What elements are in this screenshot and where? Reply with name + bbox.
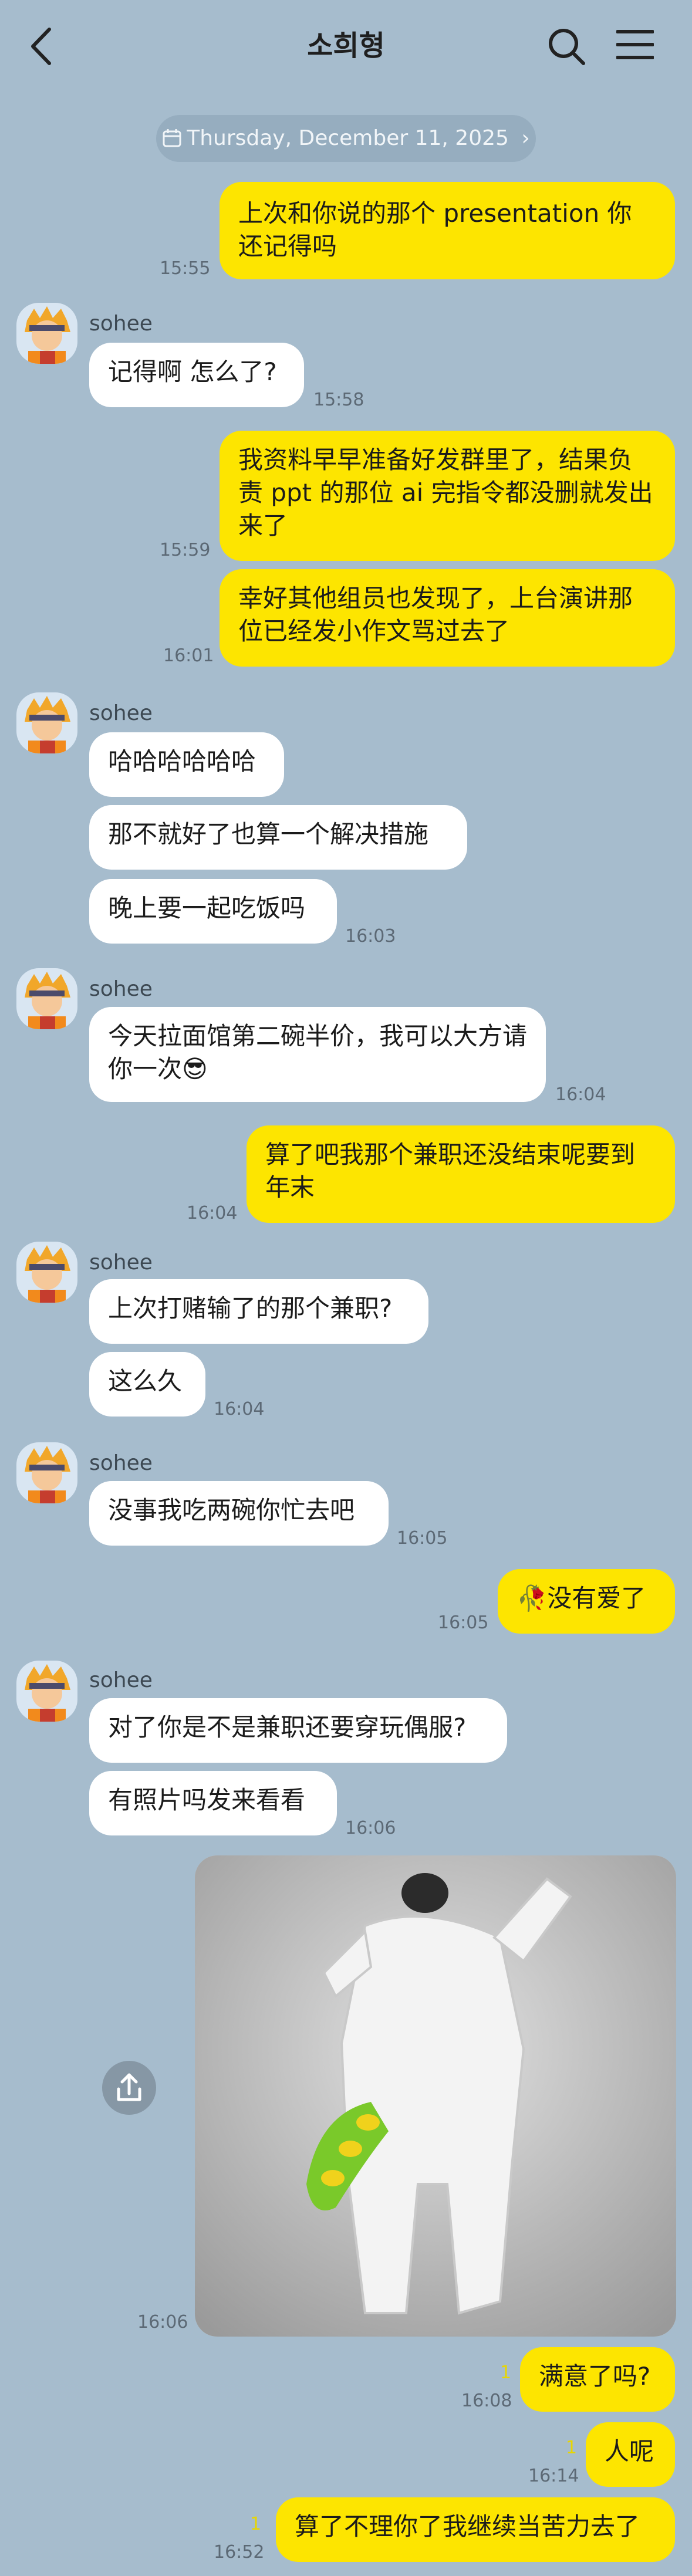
sender-name: sohee: [89, 312, 153, 336]
my-message-bubble[interactable]: 算了不理你了我继续当苦力去了: [276, 2497, 675, 2562]
avatar[interactable]: [16, 968, 77, 1029]
message-time: 15:59: [160, 540, 211, 560]
their-message-bubble[interactable]: 今天拉面馆第二碗半价，我可以大方请你一次😎: [89, 1007, 546, 1102]
unread-count: 1: [566, 2438, 578, 2458]
sender-name: sohee: [89, 977, 153, 1001]
message-time: 16:08: [461, 2391, 512, 2411]
their-message-bubble[interactable]: 那不就好了也算一个解决措施: [89, 805, 467, 870]
my-message-bubble[interactable]: 🥀没有爱了: [498, 1569, 675, 1634]
their-message-bubble[interactable]: 有照片吗发来看看: [89, 1771, 337, 1835]
message-time: 16:01: [163, 645, 214, 666]
my-message-bubble[interactable]: 算了吧我那个兼职还没结束呢要到年末: [247, 1125, 675, 1223]
avatar[interactable]: [16, 1442, 77, 1503]
message-time: 15:55: [160, 258, 211, 279]
their-message-bubble[interactable]: 哈哈哈哈哈哈: [89, 732, 284, 797]
message-time: 16:04: [214, 1399, 265, 1419]
avatar[interactable]: [16, 1661, 77, 1722]
message-time: 16:06: [345, 1818, 396, 1838]
their-message-bubble[interactable]: 这么久: [89, 1352, 205, 1417]
message-time: 16:03: [345, 926, 396, 946]
their-message-bubble[interactable]: 对了你是不是兼职还要穿玩偶服?: [89, 1698, 507, 1763]
sender-name: sohee: [89, 1668, 153, 1692]
unread-count: 1: [250, 2514, 262, 2534]
message-time: 16:06: [137, 2312, 188, 2332]
message-time: 15:58: [313, 390, 364, 410]
avatar[interactable]: [16, 692, 77, 753]
message-time: 16:14: [528, 2466, 579, 2486]
my-message-bubble[interactable]: 满意了吗?: [520, 2347, 675, 2412]
share-button[interactable]: [102, 2061, 156, 2115]
share-icon: [117, 2073, 141, 2101]
avatar[interactable]: [16, 303, 77, 364]
shared-photo[interactable]: [195, 1855, 676, 2337]
menu-icon[interactable]: [616, 28, 654, 61]
their-message-bubble[interactable]: 记得啊 怎么了?: [89, 343, 304, 407]
my-message-bubble[interactable]: 人呢: [586, 2422, 675, 2487]
avatar[interactable]: [16, 1242, 77, 1303]
my-message-bubble[interactable]: 幸好其他组员也发现了，上台演讲那位已经发小作文骂过去了: [220, 569, 675, 667]
chat-header: 소희형: [0, 0, 692, 94]
my-message-bubble[interactable]: 上次和你说的那个 presentation 你还记得吗: [220, 182, 675, 279]
their-message-bubble[interactable]: 上次打赌输了的那个兼职?: [89, 1279, 428, 1344]
chevron-right-icon: ›: [521, 126, 530, 150]
sender-name: sohee: [89, 1451, 153, 1475]
their-message-bubble[interactable]: 没事我吃两碗你忙去吧: [89, 1481, 389, 1546]
message-time: 16:04: [555, 1084, 606, 1105]
date-label: Thursday, December 11, 2025: [187, 126, 509, 150]
unread-count: 1: [500, 2362, 512, 2383]
message-time: 16:05: [438, 1612, 489, 1633]
message-time: 16:04: [187, 1203, 238, 1223]
message-time: 16:05: [397, 1528, 448, 1549]
date-pill[interactable]: Thursday, December 11, 2025 ›: [156, 115, 536, 162]
sender-name: sohee: [89, 701, 153, 725]
sender-name: sohee: [89, 1250, 153, 1275]
search-icon[interactable]: [546, 26, 587, 67]
my-message-bubble[interactable]: 我资料早早准备好发群里了，结果负责 ppt 的那位 ai 完指令都没删就发出来了: [220, 431, 675, 561]
calendar-icon: [163, 129, 181, 147]
their-message-bubble[interactable]: 晚上要一起吃饭吗: [89, 879, 337, 944]
chat-title: 소희형: [307, 29, 385, 62]
message-time: 16:52: [214, 2542, 265, 2563]
